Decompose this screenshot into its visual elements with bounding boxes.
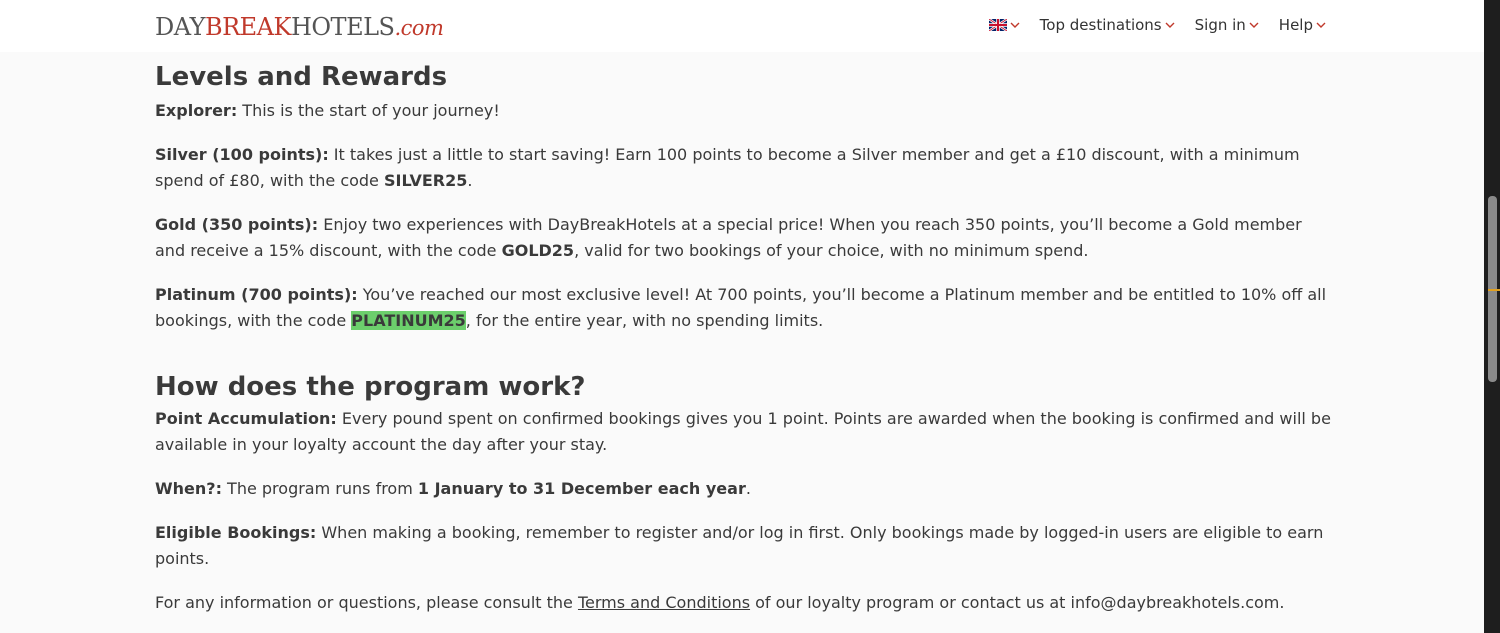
explorer-text: This is the start of your journey!	[237, 101, 500, 120]
when-text: The program runs from	[221, 479, 418, 498]
terms-link[interactable]: Terms and Conditions	[578, 593, 750, 612]
explorer-label: Explorer:	[155, 101, 238, 120]
chevron-down-icon	[1249, 22, 1259, 28]
eligible-label: Eligible Bookings:	[155, 523, 317, 542]
levels-heading: Levels and Rewards	[155, 62, 448, 92]
logo-text-dotcom: .com	[394, 16, 444, 40]
explorer-paragraph: Explorer: This is the start of your jour…	[155, 98, 1335, 124]
when-paragraph: When?: The program runs from 1 January t…	[155, 476, 1335, 502]
gold-paragraph: Gold (350 points): Enjoy two experiences…	[155, 212, 1335, 264]
scrollbar[interactable]	[1484, 0, 1500, 633]
scroll-marker	[1488, 289, 1500, 291]
silver-label: Silver (100 points):	[155, 145, 329, 164]
language-selector[interactable]	[988, 19, 1020, 31]
gold-code: GOLD25	[501, 241, 575, 260]
silver-code: SILVER25	[383, 171, 468, 190]
accumulation-paragraph: Point Accumulation: Every pound spent on…	[155, 406, 1335, 458]
when-label: When?:	[155, 479, 222, 498]
eligible-text: When making a booking, remember to regis…	[155, 523, 1324, 568]
logo-text-hotels: HOTELS	[290, 13, 395, 41]
silver-paragraph: Silver (100 points): It takes just a lit…	[155, 142, 1335, 194]
platinum-label: Platinum (700 points):	[155, 285, 358, 304]
program-heading: How does the program work?	[155, 372, 586, 402]
main-content: Levels and Rewards Explorer: This is the…	[155, 60, 1335, 616]
gold-text-end: , valid for two bookings of your choice,…	[574, 241, 1089, 260]
platinum-paragraph: Platinum (700 points): You’ve reached ou…	[155, 282, 1335, 334]
contact-text: For any information or questions, please…	[155, 593, 578, 612]
eligible-paragraph: Eligible Bookings: When making a booking…	[155, 520, 1335, 572]
chevron-down-icon	[1316, 22, 1326, 28]
chevron-down-icon	[1010, 22, 1020, 28]
contact-text-end: of our loyalty program or contact us at …	[750, 593, 1285, 612]
logo-text-break: BREAK	[204, 13, 292, 41]
nav-top-destinations-label: Top destinations	[1039, 16, 1162, 34]
silver-text-end: .	[467, 171, 473, 190]
nav-help[interactable]: Help	[1279, 16, 1326, 34]
uk-flag-icon	[988, 19, 1007, 31]
site-header: DAYBREAKHOTELS.com Top destinations Sign…	[0, 0, 1484, 52]
nav-top-destinations[interactable]: Top destinations	[1040, 16, 1175, 34]
platinum-code-highlighted: PLATINUM25	[351, 311, 466, 330]
logo-text-day: DAY	[155, 13, 205, 41]
site-logo[interactable]: DAYBREAKHOTELS.com	[155, 13, 444, 42]
gold-label: Gold (350 points):	[155, 215, 319, 234]
platinum-text-end: , for the entire year, with no spending …	[465, 311, 824, 330]
accumulation-label: Point Accumulation:	[155, 409, 337, 428]
top-nav: Top destinations Sign in Help	[988, 16, 1326, 34]
when-text-end: .	[745, 479, 751, 498]
chevron-down-icon	[1165, 22, 1175, 28]
nav-sign-in[interactable]: Sign in	[1195, 16, 1259, 34]
when-dates: 1 January to 31 December each year	[417, 479, 746, 498]
nav-sign-in-label: Sign in	[1194, 16, 1246, 34]
contact-paragraph: For any information or questions, please…	[155, 590, 1335, 616]
nav-help-label: Help	[1278, 16, 1313, 34]
